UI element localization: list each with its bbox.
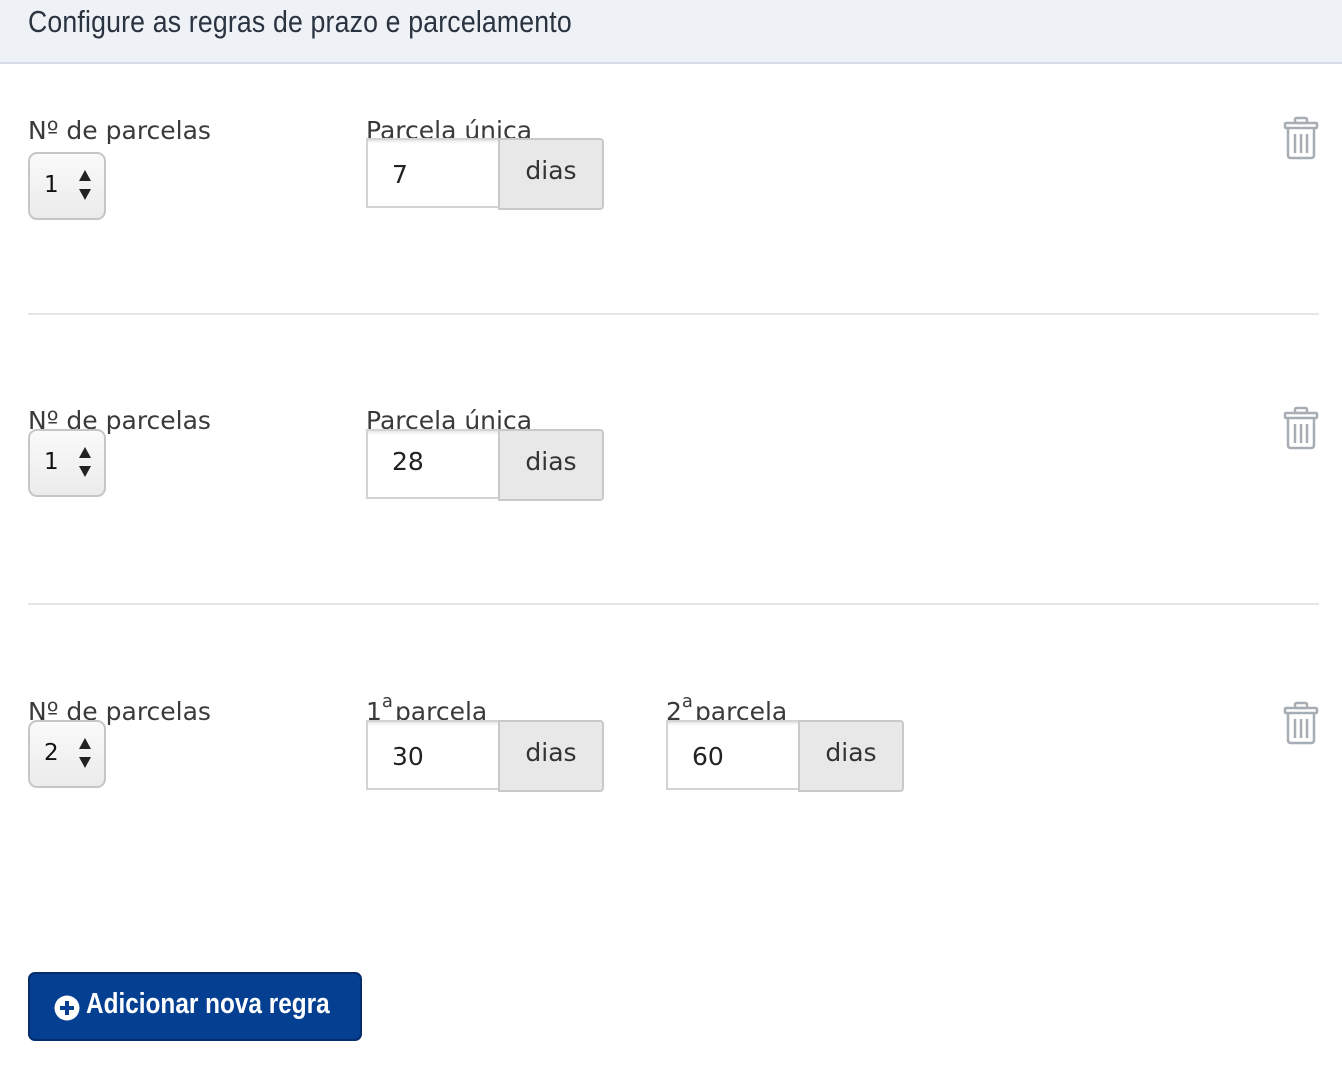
days-addon-label: dias	[525, 738, 577, 767]
select-arrows-icon	[79, 170, 91, 200]
installment-2-days-group: 60 dias	[666, 720, 904, 792]
page-title: Configure as regras de prazo e parcelame…	[28, 4, 572, 39]
days-addon-label: dias	[525, 156, 577, 185]
days-addon-label: dias	[525, 447, 577, 476]
days-addon: dias	[498, 720, 604, 792]
installment-count-value: 1	[44, 172, 59, 198]
installment-1-days-group: 30 dias	[366, 720, 604, 792]
installment-days-input[interactable]: 28	[366, 429, 500, 499]
installment-1-days-value: 30	[392, 742, 424, 771]
installment-1-ordinal-suffix: a	[381, 691, 393, 712]
add-rule-button[interactable]: Adicionar nova regra	[28, 972, 362, 1041]
days-addon-label: dias	[825, 738, 877, 767]
installment-days-group: 28 dias	[366, 429, 604, 501]
days-addon: dias	[498, 429, 604, 501]
installment-days-group: 7 dias	[366, 138, 604, 210]
installment-2-days-input[interactable]: 60	[666, 720, 800, 790]
plus-circle-icon	[54, 995, 80, 1021]
rule-divider	[28, 603, 1319, 605]
installment-2-ordinal-suffix: a	[681, 691, 693, 712]
installment-count-label: Nº de parcelas	[28, 116, 211, 145]
days-addon: dias	[498, 138, 604, 210]
select-arrows-icon	[79, 738, 91, 768]
rule-row-3: Nº de parcelas 2 1aparcela 30 dias 2apar…	[0, 657, 1342, 947]
rule-divider	[28, 313, 1319, 315]
page-header: Configure as regras de prazo e parcelame…	[0, 0, 1342, 64]
installment-days-value: 28	[392, 447, 424, 476]
installment-count-value: 1	[44, 449, 59, 475]
installment-2-days-value: 60	[692, 742, 724, 771]
add-rule-label: Adicionar nova regra	[86, 988, 330, 1020]
installment-1-days-input[interactable]: 30	[366, 720, 500, 790]
installment-count-select[interactable]: 1	[28, 429, 106, 497]
days-addon: dias	[798, 720, 904, 792]
installment-days-value: 7	[392, 160, 408, 189]
installment-count-select[interactable]: 1	[28, 152, 106, 220]
trash-icon[interactable]	[1283, 116, 1319, 160]
trash-icon[interactable]	[1283, 701, 1319, 745]
installment-count-select[interactable]: 2	[28, 720, 106, 788]
rule-row-2: Nº de parcelas 1 Parcela única 28 dias	[0, 366, 1342, 656]
select-arrows-icon	[79, 447, 91, 477]
installment-days-input[interactable]: 7	[366, 138, 500, 208]
installment-count-value: 2	[44, 740, 59, 766]
trash-icon[interactable]	[1283, 406, 1319, 450]
rule-row-1: Nº de parcelas 1 Parcela única 7 dias	[0, 76, 1342, 366]
